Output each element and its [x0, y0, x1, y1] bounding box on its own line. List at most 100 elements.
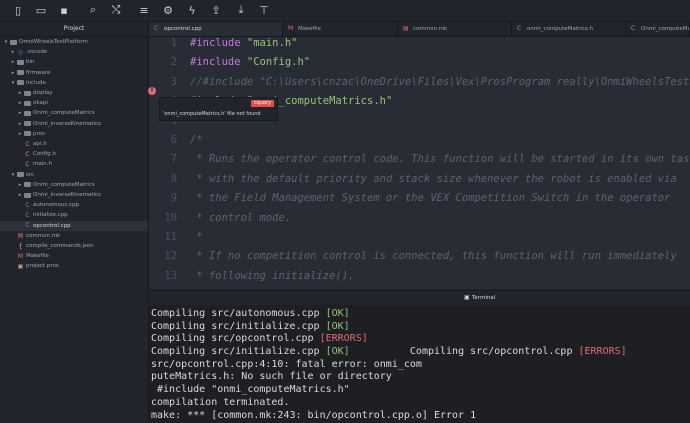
terminal-text: #include "onmi_computeMatrics.h" [151, 384, 350, 396]
code-editor[interactable]: 1 #include "main.h" 2 #include "Config.h" 3/… [149, 37, 690, 289]
code-line: 14 * [149, 286, 690, 289]
preprocessor-keyword: #include [190, 56, 241, 69]
code-line: 2 #include "Config.h" [149, 53, 690, 72]
line-number: 13 [164, 269, 177, 282]
tab-5[interactable]: C Onmi_computeMatrics.h [626, 22, 690, 36]
tree-item-label: .vscode [26, 49, 48, 56]
code-text: #include "main.h" [190, 37, 297, 53]
tree-item-label: compile_commands.json [26, 243, 94, 249]
comment-text: * [190, 231, 203, 243]
terminal-line: Compiling src/autonomous.cpp [OK] [151, 308, 690, 321]
tree-folder[interactable]: ▸ pros [0, 129, 148, 139]
tree-file[interactable]: ▤ common.mk [0, 231, 148, 241]
tree-file[interactable]: Cinitialize.cpp [0, 210, 148, 220]
tree-folder[interactable]: ▸ display [0, 88, 148, 98]
comment-text: * If no competition control is connected… [190, 250, 677, 263]
tree-item-label: main.h [33, 161, 52, 168]
folder-open-icon[interactable]: ▭ [33, 2, 49, 18]
pros-file-icon: ▣ [17, 262, 24, 270]
folder-icon [24, 182, 31, 188]
line-number: 2 [170, 56, 177, 69]
tree-file[interactable]: Capi.h [0, 139, 148, 149]
tree-item-label: display [33, 90, 53, 96]
download-icon[interactable]: ⤓ [233, 2, 249, 18]
tree-file[interactable]: Cmain.h [0, 159, 148, 169]
tree-file[interactable]: ▣ project.pros [0, 261, 148, 271]
folder-icon [10, 39, 17, 45]
folder-icon [24, 121, 31, 127]
status-errors: [ERRORS] [319, 333, 368, 345]
pin-icon[interactable]: ⊤ [256, 2, 272, 18]
tree-file[interactable]: M Makefile [0, 251, 148, 261]
code-text: * Runs the operator control code. This f… [190, 150, 690, 169]
c-icon: C [517, 25, 522, 32]
tree-item-label: okapi [33, 100, 48, 107]
terminal-icon: ▣ [464, 294, 470, 301]
bolt-icon[interactable]: ϟ [184, 2, 200, 18]
comment-text: * following initialize(). [190, 269, 355, 282]
search-icon[interactable]: ⌕ [85, 2, 101, 18]
tree-file[interactable]: Copcontrol.cpp [0, 220, 148, 231]
tree-folder[interactable]: ▸ firmware [0, 68, 148, 78]
tree-file[interactable]: ▸ ◇ .vscode [0, 47, 148, 57]
vscode-file-icon: ◇ [18, 48, 23, 56]
error-marker-icon[interactable]: ! [148, 87, 156, 95]
tree-folder[interactable]: ▾ OmniWheelsTestPlatform [0, 37, 148, 47]
tree-folder[interactable]: ▸ bin [0, 57, 148, 67]
status-ok: [OK] [325, 308, 350, 319]
terminal-text: Compiling src/initialize.cpp [151, 346, 326, 358]
project-sidebar: Project ▾ OmniWheelsTestPlatform ▸ ◇ .vscode… [0, 22, 149, 423]
tree-folder[interactable]: ▸ Onmi_inverseKinematics [0, 190, 148, 200]
folder-icon [24, 110, 31, 116]
chevron-right-icon: ▸ [18, 110, 22, 117]
file-icon[interactable]: ▯ [10, 2, 26, 18]
chevron-right-icon: ▸ [18, 130, 22, 137]
terminal-output[interactable]: Compiling src/autonomous.cpp [OK] Compili… [149, 305, 690, 423]
terminal-line: src/opcontrol.cpp:4:10: fatal error: onm… [151, 359, 690, 372]
tab-4[interactable]: Conmi_computeMatrics.h [512, 22, 626, 36]
tree-item-label: common.mk [26, 232, 61, 239]
tab-3[interactable]: ▤ common.mk [398, 22, 512, 36]
tree-file[interactable]: C Config.h [0, 149, 148, 159]
terminal-line: #include "onmi_computeMatrics.h" [151, 384, 690, 397]
tree-folder[interactable]: ▾ include [0, 78, 148, 88]
tree-folder[interactable]: ▸ Onmi_computeMatrics [0, 108, 148, 118]
tab-1[interactable]: Copcontrol.cpp [149, 22, 283, 36]
chevron-down-icon: ▾ [11, 79, 15, 86]
settings-icon[interactable]: ⚙ [160, 2, 176, 18]
tree-item-label: OmniWheelsTestPlatform [19, 39, 88, 45]
tree-file[interactable]: {compile_commands.json [0, 241, 148, 251]
tree-item-label: Onmi_computeMatrics [33, 181, 95, 188]
tree-item-label: initialize.cpp [33, 212, 68, 219]
chevron-right-icon: ▸ [11, 69, 15, 76]
cpp-file-icon: C [25, 211, 30, 219]
toolbar: ▯ ▭ ▪ ⌕ ⤭ ≡ ⚙ ϟ ⇪ ⤓ ⊤ [0, 0, 690, 22]
code-text: /* [190, 131, 203, 150]
cpp-file-icon: C [25, 201, 30, 209]
folder-icon [17, 59, 24, 65]
tree-folder[interactable]: ▸ Onmi_inverseKinematics [0, 119, 148, 129]
upload-icon[interactable]: ⇪ [208, 2, 224, 18]
tree-item-label: api.h [33, 141, 47, 147]
terminal-text: src/opcontrol.cpp:4:10: fatal error: onm… [151, 358, 422, 370]
shuffle-icon[interactable]: ⤭ [108, 2, 124, 18]
code-line: 13 * following initialize(). [149, 267, 690, 286]
code-line: 1 #include "main.h" [149, 37, 690, 53]
terminal-text: Compiling src/autonomous.cpp [151, 308, 326, 319]
tree-file[interactable]: Cautonomous.cpp [0, 200, 148, 210]
menu-icon[interactable]: ≡ [136, 2, 152, 18]
code-text: * following initialize(). [190, 267, 354, 286]
tree-folder[interactable]: ▸ Onmi_computeMatrics [0, 180, 148, 190]
terminal-text: Compiling src/opcontrol.cpp [349, 346, 579, 358]
tab-2[interactable]: M Makefile [283, 22, 398, 36]
line-number: 1 [170, 37, 177, 49]
terminal-line: make: *** [common.mk:243: bin/opcontrol.… [151, 410, 690, 423]
folder-icon [17, 70, 24, 76]
tree-folder[interactable]: ▸ okapi [0, 98, 148, 108]
save-icon[interactable]: ▪ [56, 2, 72, 18]
code-line: 8 * with the default priority and stack … [149, 170, 690, 189]
chevron-right-icon: ▸ [18, 90, 22, 96]
terminal-line: Compiling src/opcontrol.cpp [ERRORS] [151, 333, 690, 346]
code-line: 9 * the Field Management System or the V… [149, 189, 690, 208]
tree-folder[interactable]: ▾ src [0, 170, 148, 180]
